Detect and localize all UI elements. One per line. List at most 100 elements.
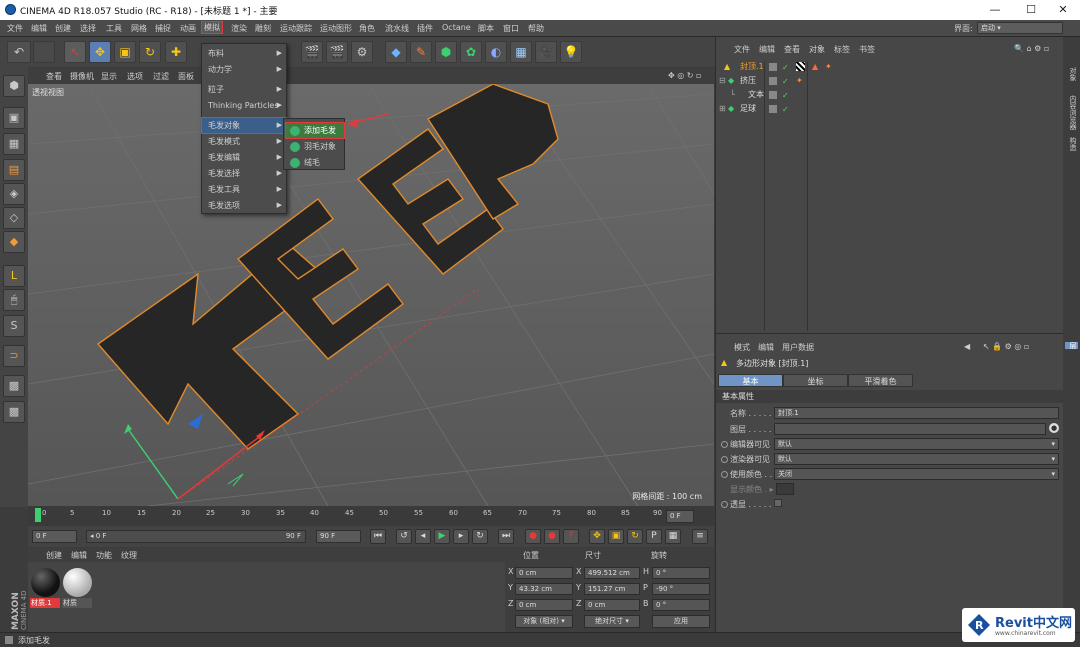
dropdown-item-hair-options[interactable]: 毛发选项 ▶ xyxy=(202,198,286,213)
playhead[interactable] xyxy=(35,508,41,522)
attr-menu-user-data[interactable]: 用户数据 xyxy=(782,342,814,353)
anim-radio[interactable] xyxy=(721,471,728,478)
menu-simulate[interactable]: 模拟 xyxy=(201,21,223,34)
use-color-select[interactable]: 关闭 ▾ xyxy=(774,468,1059,480)
size-z-field[interactable]: 0 cm xyxy=(584,599,640,611)
end-frame-field[interactable]: 90 F xyxy=(316,530,361,543)
size-x-field[interactable]: 499.512 cm xyxy=(584,567,640,579)
current-frame-field[interactable]: 0 F xyxy=(666,510,694,523)
key-rotation-icon[interactable]: ↻ xyxy=(627,529,643,544)
visibility-toggle[interactable] xyxy=(769,77,777,85)
menu-character[interactable]: 角色 xyxy=(359,23,375,34)
light-icon[interactable]: 💡 xyxy=(560,41,582,63)
menu-window[interactable]: 窗口 xyxy=(503,23,519,34)
size-y-field[interactable]: 151.27 cm xyxy=(584,583,640,595)
enabled-check-icon[interactable]: ✓ xyxy=(782,75,789,89)
object-menu-bookmarks[interactable]: 书签 xyxy=(859,44,875,55)
dropdown-item-hair-objects[interactable]: 毛发对象 ▶ xyxy=(201,117,287,134)
key-scale-icon[interactable]: ▣ xyxy=(608,529,624,544)
object-menu-tags[interactable]: 标签 xyxy=(834,44,850,55)
close-button[interactable]: ✕ xyxy=(1046,0,1080,20)
rotation-b-field[interactable]: 0 ° xyxy=(652,599,710,611)
submenu-item-add-hair[interactable]: 添加毛发 xyxy=(285,122,345,139)
object-row-text[interactable]: └ 文本 ✓ xyxy=(716,88,1064,102)
tree-expand-icon[interactable]: ⊞ xyxy=(719,102,726,116)
model-mode-icon[interactable]: ▣ xyxy=(3,107,25,129)
planar-workplane-icon[interactable]: ▩ xyxy=(3,401,25,423)
visibility-toggle[interactable] xyxy=(769,63,777,71)
magnet-icon[interactable]: ⊃ xyxy=(3,345,25,367)
viewport-menu-cameras[interactable]: 摄像机 xyxy=(70,71,94,82)
material-tag-icon[interactable]: ▲ xyxy=(812,60,818,74)
dropdown-item-hair-mode[interactable]: 毛发模式 ▶ xyxy=(202,134,286,149)
material-swatch-white[interactable] xyxy=(63,568,92,597)
lock-workplane-icon[interactable]: ▩ xyxy=(3,375,25,397)
coords-mode-select[interactable]: 对象 (相对) ▾ xyxy=(515,615,573,628)
menu-help[interactable]: 帮助 xyxy=(528,23,544,34)
position-y-field[interactable]: 43.32 cm xyxy=(515,583,573,595)
live-select-icon[interactable]: ↖ xyxy=(64,41,86,63)
next-key-icon[interactable]: ↻ xyxy=(472,529,488,544)
object-menu-file[interactable]: 文件 xyxy=(734,44,750,55)
make-editable-icon[interactable]: ⬢ xyxy=(3,75,25,97)
cloner-icon[interactable]: ✿ xyxy=(460,41,482,63)
autokey-icon[interactable]: ● xyxy=(544,529,560,544)
visibility-toggle[interactable] xyxy=(769,105,777,113)
anim-radio[interactable] xyxy=(721,441,728,448)
rotate-icon[interactable]: ↻ xyxy=(139,41,161,63)
attr-nav-icons[interactable]: ◀ ↖ 🔒 ⚙ ◎ ▫ xyxy=(964,342,1029,351)
menu-pipeline[interactable]: 流水线 xyxy=(385,23,409,34)
key-pla-icon[interactable]: ▦ xyxy=(665,529,681,544)
menu-sculpt[interactable]: 雕刻 xyxy=(255,23,271,34)
camera-icon[interactable]: 🎥 xyxy=(535,41,557,63)
scale-icon[interactable]: ▣ xyxy=(114,41,136,63)
renderer-visible-select[interactable]: 默认 ▾ xyxy=(774,453,1059,465)
layer-picker-icon[interactable]: ● xyxy=(1049,423,1059,433)
keyframe-selection-icon[interactable]: ? xyxy=(563,529,579,544)
dropdown-item-cloth[interactable]: 布料 ▶ xyxy=(202,46,286,61)
pen-icon[interactable]: ✎ xyxy=(410,41,432,63)
phong-tag-icon[interactable] xyxy=(796,62,805,71)
subdivision-icon[interactable]: ⬢ xyxy=(435,41,457,63)
menu-select[interactable]: 选择 xyxy=(80,23,96,34)
apply-button[interactable]: 应用 xyxy=(652,615,710,628)
menu-edit[interactable]: 编辑 xyxy=(31,23,47,34)
selection-tag-icon[interactable]: ✦ xyxy=(825,60,832,74)
menu-snap[interactable]: 捕捉 xyxy=(155,23,171,34)
object-menu-view[interactable]: 查看 xyxy=(784,44,800,55)
move-icon[interactable]: ✥ xyxy=(89,41,111,63)
layer-field[interactable] xyxy=(774,423,1046,435)
minimize-button[interactable]: — xyxy=(978,0,1012,20)
material-menu-texture[interactable]: 纹理 xyxy=(121,550,137,561)
play-icon[interactable]: ▶ xyxy=(434,529,450,544)
object-row-extrude[interactable]: ⊟ ◆ 挤压 ✓ ✦ xyxy=(716,74,1064,88)
key-position-icon[interactable]: ✥ xyxy=(589,529,605,544)
object-menu-edit[interactable]: 编辑 xyxy=(759,44,775,55)
viewport-menu-options[interactable]: 选项 xyxy=(127,71,143,82)
menu-script[interactable]: 脚本 xyxy=(478,23,494,34)
cube-icon[interactable]: ◆ xyxy=(385,41,407,63)
maximize-button[interactable]: ☐ xyxy=(1014,0,1048,20)
prev-key-icon[interactable]: ↺ xyxy=(396,529,412,544)
key-param-icon[interactable]: P xyxy=(646,529,662,544)
display-color-swatch[interactable] xyxy=(776,483,794,495)
viewport-nav-icons[interactable]: ✥ ◎ ↻ ▫ xyxy=(668,71,701,80)
enabled-check-icon[interactable]: ✓ xyxy=(782,103,789,117)
render-view-icon[interactable]: 🎬 xyxy=(301,41,323,63)
attr-menu-edit[interactable]: 编辑 xyxy=(758,342,774,353)
menu-animate[interactable]: 动画 xyxy=(180,23,196,34)
attr-menu-mode[interactable]: 模式 xyxy=(734,342,750,353)
dropdown-item-hair-tools[interactable]: 毛发工具 ▶ xyxy=(202,182,286,197)
axis-icon[interactable]: ✚ xyxy=(165,41,187,63)
goto-end-icon[interactable]: ⏭ xyxy=(498,529,514,544)
menu-tools[interactable]: 工具 xyxy=(106,23,122,34)
menu-render[interactable]: 渲染 xyxy=(231,23,247,34)
edges-mode-icon[interactable]: ◇ xyxy=(3,207,25,229)
dropdown-item-hair-selection[interactable]: 毛发选择 ▶ xyxy=(202,166,286,181)
material-menu-create[interactable]: 创建 xyxy=(46,550,62,561)
object-row-football[interactable]: ⊞ ◆ 足球 ✓ xyxy=(716,102,1064,116)
side-tab-layers[interactable]: 层 xyxy=(1065,342,1078,349)
tag-icon[interactable]: ✦ xyxy=(796,74,803,88)
object-manager-icons[interactable]: 🔍 ⌂ ⚙ ▫ xyxy=(1014,44,1049,53)
render-picture-icon[interactable]: 🎬 xyxy=(326,41,348,63)
